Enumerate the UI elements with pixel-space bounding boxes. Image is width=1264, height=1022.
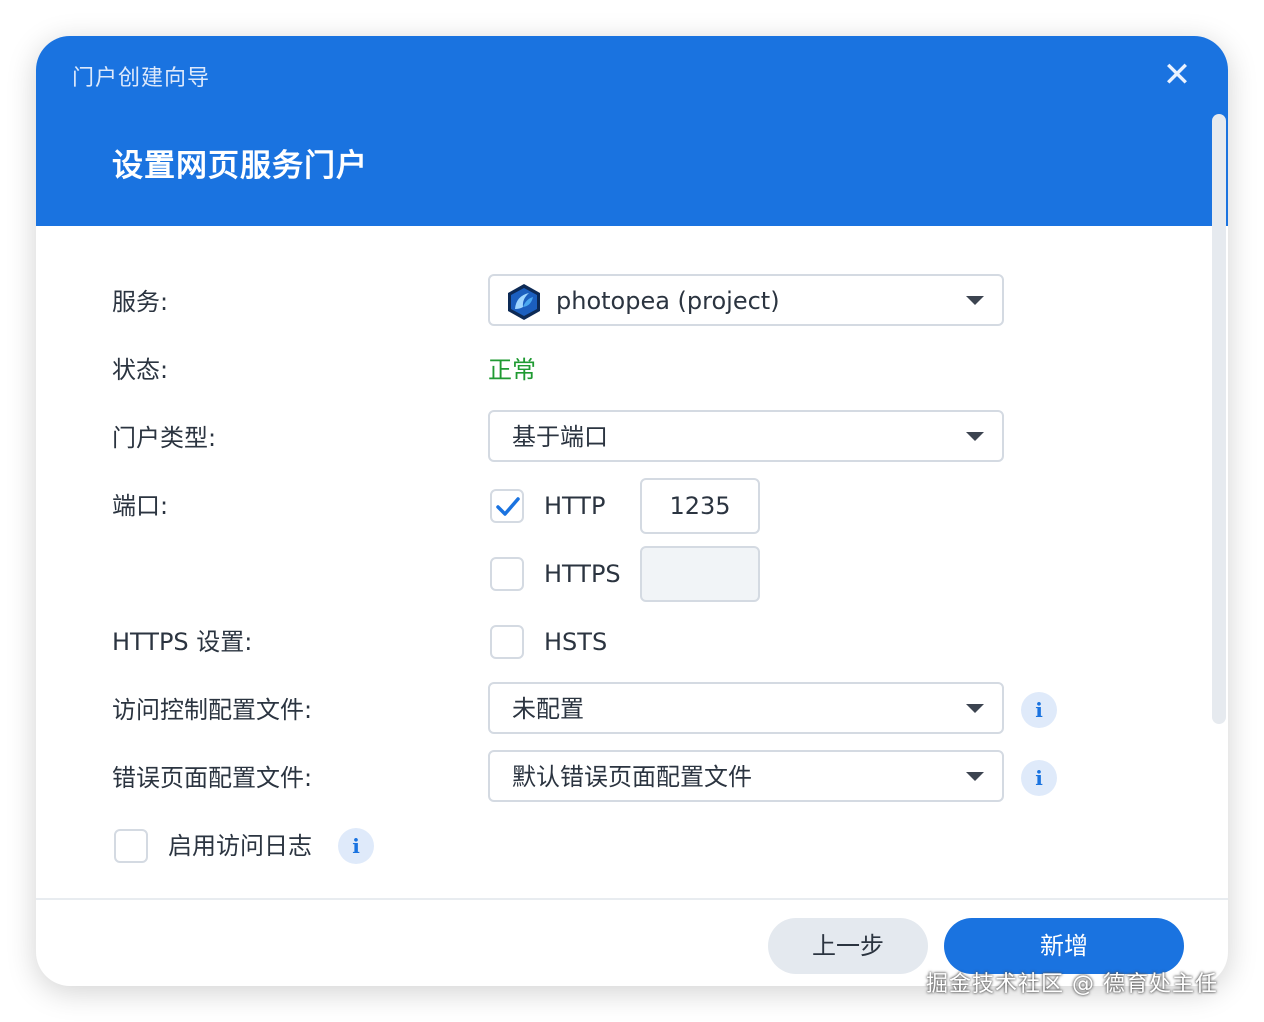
watermark: 掘金技术社区 @ 德育处主任 xyxy=(926,972,1218,997)
access-profile-label: 访问控制配置文件: xyxy=(112,696,313,724)
portal-type-label: 门户类型: xyxy=(112,424,217,452)
scrollbar[interactable] xyxy=(1212,114,1226,724)
wizard-title: 门户创建向导 xyxy=(72,66,211,91)
service-label: 服务: xyxy=(112,288,169,316)
error-page-label: 错误页面配置文件: xyxy=(112,764,313,792)
access-profile-select[interactable]: 未配置 xyxy=(488,682,1004,734)
chevron-down-icon xyxy=(966,704,984,713)
step-title: 设置网页服务门户 xyxy=(112,148,368,184)
info-icon[interactable]: i xyxy=(1021,692,1057,728)
status-value: 正常 xyxy=(488,356,536,384)
https-settings-label: HTTPS 设置: xyxy=(112,628,253,656)
error-page-value: 默认错误页面配置文件 xyxy=(512,763,752,791)
https-label: HTTPS xyxy=(544,560,621,588)
http-port-input[interactable]: 1235 xyxy=(640,478,760,534)
chevron-down-icon xyxy=(966,296,984,305)
hsts-checkbox[interactable] xyxy=(490,625,524,659)
error-page-select[interactable]: 默认错误页面配置文件 xyxy=(488,750,1004,802)
info-icon[interactable]: i xyxy=(1021,760,1057,796)
enable-log-checkbox[interactable] xyxy=(114,829,148,863)
status-label: 状态: xyxy=(112,356,169,384)
chevron-down-icon xyxy=(966,772,984,781)
portal-type-select[interactable]: 基于端口 xyxy=(488,410,1004,462)
https-port-input[interactable] xyxy=(640,546,760,602)
http-checkbox[interactable] xyxy=(490,489,524,523)
https-checkbox[interactable] xyxy=(490,557,524,591)
chevron-down-icon xyxy=(966,432,984,441)
portal-type-value: 基于端口 xyxy=(512,423,608,451)
enable-log-label: 启用访问日志 xyxy=(168,832,312,860)
portal-wizard-dialog: 门户创建向导 ✕ 设置网页服务门户 服务: photopea (project)… xyxy=(36,36,1228,986)
info-icon[interactable]: i xyxy=(338,828,374,864)
dialog-header: 门户创建向导 ✕ 设置网页服务门户 xyxy=(36,36,1228,226)
hsts-label: HSTS xyxy=(544,628,608,656)
http-label: HTTP xyxy=(544,492,606,520)
port-label: 端口: xyxy=(112,492,169,520)
service-select[interactable]: photopea (project) xyxy=(488,274,1004,326)
service-value: photopea (project) xyxy=(556,287,780,315)
photopea-icon xyxy=(508,284,540,320)
checkmark-icon xyxy=(496,497,520,516)
close-icon[interactable]: ✕ xyxy=(1160,58,1194,92)
back-button[interactable]: 上一步 xyxy=(768,918,928,974)
footer-divider xyxy=(36,898,1228,900)
access-profile-value: 未配置 xyxy=(512,695,584,723)
